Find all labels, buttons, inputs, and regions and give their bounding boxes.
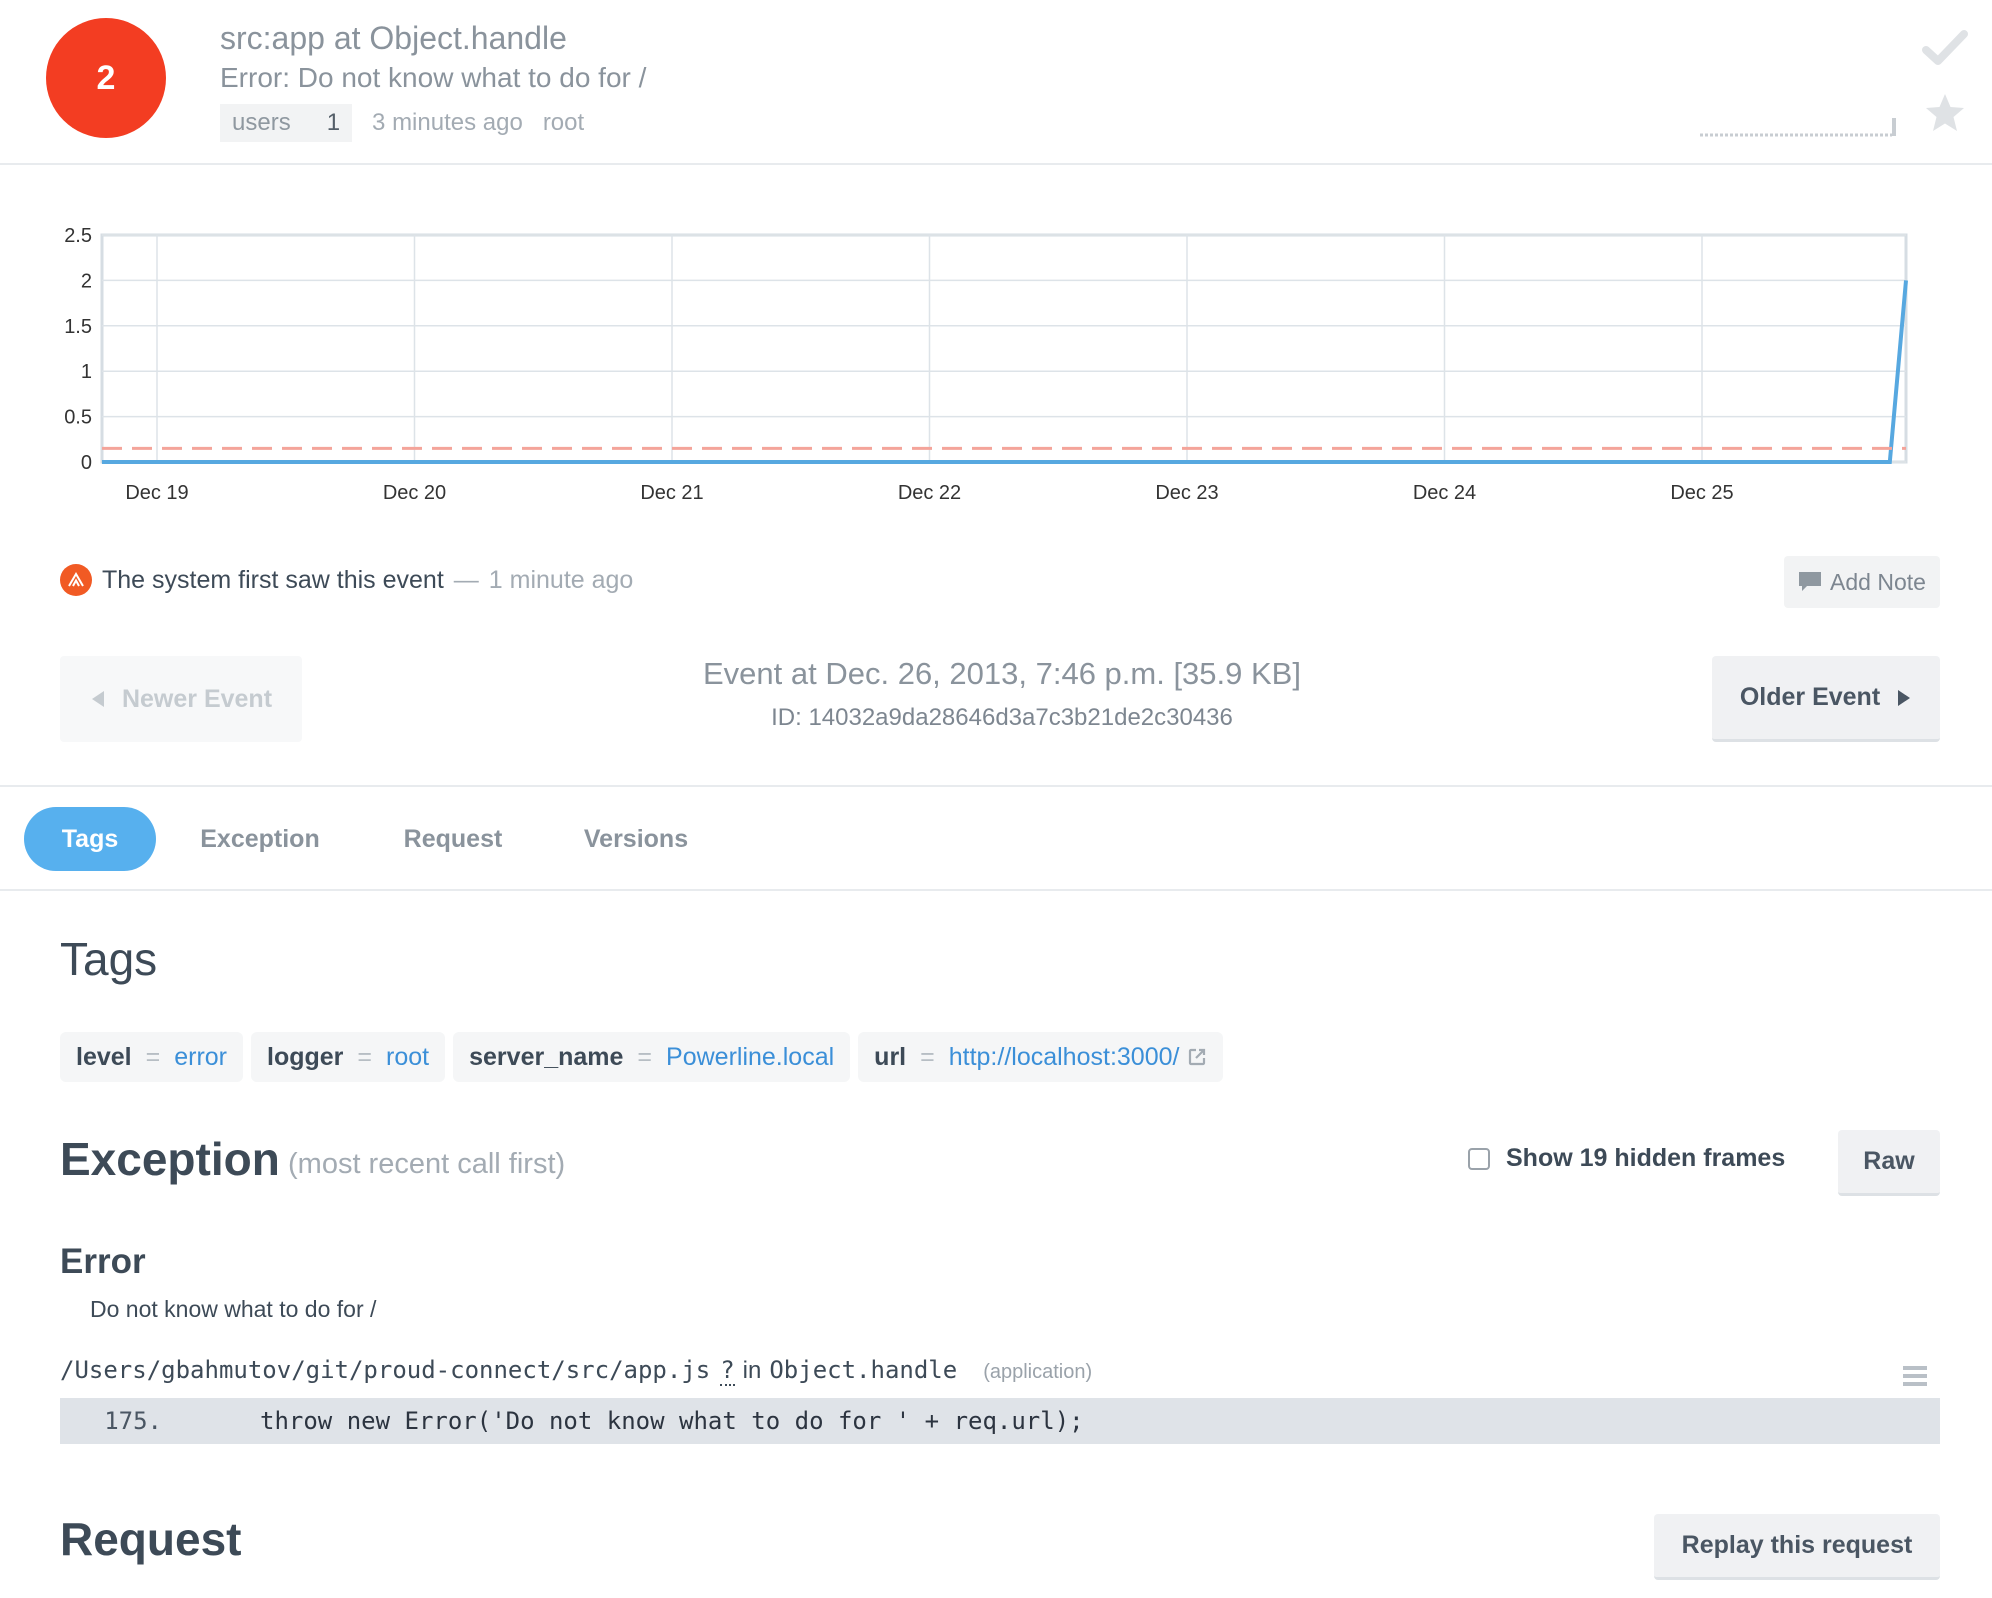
y-tick-label: 0.5 — [64, 407, 92, 429]
event-frequency-chart: 2.5 2 1.5 1 0.5 0 Dec 19 Dec 20 Dec 21 Dec 22 Dec … — [64, 225, 1908, 504]
tab-request[interactable]: Request — [392, 807, 514, 871]
issue-meta: users 1 3 minutes ago root — [220, 104, 584, 142]
frame-in-text: in — [742, 1357, 762, 1384]
x-tick-label: Dec 21 — [640, 482, 703, 504]
exception-type: Error — [60, 1242, 146, 1281]
tag-value[interactable]: root — [386, 1043, 429, 1072]
logger-name[interactable]: root — [543, 109, 584, 137]
tag-equals: = — [145, 1042, 161, 1071]
tag-value[interactable]: http://localhost:3000/ — [949, 1043, 1180, 1072]
event-title: Event at Dec. 26, 2013, 7:46 p.m. [35.9 … — [703, 656, 1301, 691]
hidden-frames-checkbox[interactable] — [1468, 1147, 1490, 1170]
x-tick-label: Dec 25 — [1670, 482, 1733, 504]
code-line-text: throw new Error('Do not know what to do … — [260, 1407, 1084, 1435]
tag-server-name[interactable]: server_name = Powerline.local — [453, 1032, 851, 1082]
time-ago: 3 minutes ago — [372, 109, 523, 136]
event-tabs: Tags Exception Request Versions — [0, 785, 1992, 891]
tab-tags[interactable]: Tags — [24, 807, 156, 871]
activity-text: The system first saw this event — [102, 565, 444, 594]
replay-request-button[interactable]: Replay this request — [1654, 1514, 1940, 1580]
y-tick-label: 1.5 — [64, 316, 92, 338]
x-tick-label: Dec 19 — [125, 482, 188, 504]
raw-button[interactable]: Raw — [1838, 1130, 1940, 1196]
tag-key: level — [76, 1042, 132, 1071]
activity-dash: — — [453, 565, 479, 594]
show-hidden-frames-label: Show 19 hidden frames — [1506, 1144, 1786, 1172]
tag-equals: = — [637, 1042, 653, 1071]
tag-value[interactable]: error — [174, 1043, 227, 1072]
event-count-badge: 2 — [46, 18, 166, 138]
request-heading: Request — [60, 1513, 242, 1565]
exception-value: Do not know what to do for / — [90, 1296, 377, 1322]
users-label: users — [232, 109, 291, 136]
sentry-logo-icon — [60, 564, 92, 596]
external-link-icon[interactable] — [1187, 1047, 1207, 1067]
frame-function: Object.handle — [769, 1356, 958, 1384]
caret-right-icon — [1898, 689, 1911, 706]
tag-list: level = error logger = root server_name … — [60, 1032, 1231, 1082]
issue-title[interactable]: src:app at Object.handle — [220, 20, 567, 57]
tag-url[interactable]: url = http://localhost:3000/ — [858, 1032, 1224, 1082]
mini-sparkline — [1700, 118, 1896, 137]
y-tick-label: 2.5 — [64, 225, 92, 247]
tag-logger[interactable]: logger = root — [251, 1032, 446, 1082]
x-tick-label: Dec 24 — [1413, 482, 1476, 504]
stack-frame-header[interactable]: /Users/gbahmutov/git/proud-connect/src/a… — [60, 1356, 1092, 1386]
bookmark-star-icon[interactable] — [1924, 92, 1966, 134]
frame-context-label: (application) — [983, 1361, 1093, 1383]
tag-equals: = — [357, 1042, 373, 1071]
tag-value[interactable]: Powerline.local — [666, 1043, 834, 1072]
event-header: 2 src:app at Object.handle Error: Do not… — [0, 0, 1992, 165]
tab-versions[interactable]: Versions — [574, 807, 698, 871]
code-line-number: 175. — [104, 1407, 162, 1435]
chart-frame — [100, 233, 1908, 464]
frame-source-link[interactable]: ? — [720, 1356, 735, 1386]
x-tick-label: Dec 23 — [1155, 482, 1218, 504]
show-hidden-frames-toggle[interactable]: Show 19 hidden frames — [1468, 1144, 1785, 1173]
x-tick-label: Dec 22 — [898, 482, 961, 504]
issue-message: Error: Do not know what to do for / — [220, 62, 647, 93]
add-note-label: Add Note — [1830, 568, 1926, 595]
activity-time: 1 minute ago — [488, 565, 634, 594]
comment-icon — [1799, 572, 1822, 591]
tags-heading: Tags — [60, 933, 158, 985]
tag-equals: = — [920, 1042, 935, 1071]
users-tag[interactable]: users 1 — [220, 104, 353, 142]
frame-options-icon[interactable] — [1902, 1364, 1928, 1388]
y-tick-label: 0 — [81, 452, 92, 474]
resolve-check-icon[interactable] — [1922, 28, 1968, 68]
y-tick-label: 2 — [81, 270, 92, 292]
tag-key: server_name — [469, 1042, 624, 1071]
frame-filename: /Users/gbahmutov/git/proud-connect/src/a… — [60, 1356, 711, 1384]
y-tick-label: 1 — [81, 361, 92, 383]
exception-subheading: (most recent call first) — [288, 1148, 566, 1180]
exception-heading: Exception — [60, 1133, 280, 1185]
users-count: 1 — [326, 109, 341, 136]
tag-key: logger — [267, 1042, 344, 1071]
tab-exception[interactable]: Exception — [190, 807, 330, 871]
tag-level[interactable]: level = error — [60, 1032, 244, 1082]
add-note-button[interactable]: Add Note — [1784, 556, 1940, 608]
activity-first-seen: The system first saw this event — 1 minu… — [60, 564, 633, 596]
event-id: ID: 14032a9da28646d3a7c3b21de2c30436 — [771, 704, 1233, 731]
older-event-label: Older Event — [1739, 683, 1881, 711]
older-event-button[interactable]: Older Event — [1712, 656, 1940, 742]
tag-key: url — [874, 1042, 907, 1071]
x-tick-label: Dec 20 — [383, 482, 446, 504]
code-context-line: 175. throw new Error('Do not know what t… — [60, 1398, 1940, 1444]
